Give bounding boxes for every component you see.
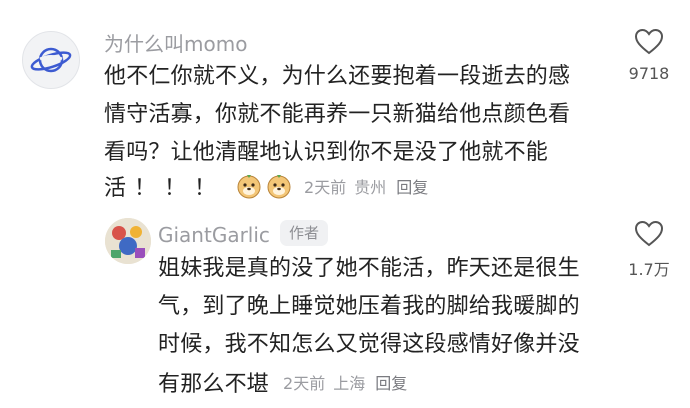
heart-icon — [634, 220, 664, 247]
comment-meta: 活！！！ 2天前 贵州 回复 — [104, 170, 428, 202]
comment-meta: 有那么不堪 2天前 上海 回复 — [158, 366, 407, 398]
comment-text: 姐妹我是真的没了她不能活，昨天还是很生 气，到了晚上睡觉她压着我的脚给我暖脚的 … — [158, 250, 618, 364]
heart-icon — [634, 28, 664, 55]
comment-line: 情守活寡，你就不能再养一只新猫给他点颜色看 — [104, 102, 571, 127]
comment-line: 气，到了晚上睡觉她压着我的脚给我暖脚的 — [158, 294, 580, 319]
like-button[interactable]: 1.7万 — [614, 220, 684, 280]
author-badge: 作者 — [280, 220, 329, 246]
planet-avatar-icon — [30, 47, 72, 73]
comment-username[interactable]: GiantGarlic — [158, 223, 270, 247]
comment-line: 看吗？让他清醒地认识到你不是没了他就不能 — [104, 140, 549, 165]
comment-time: 2天前 — [304, 178, 347, 197]
comment-line: 姐妹我是真的没了她不能活，昨天还是很生 — [158, 256, 580, 281]
comment-time: 2天前 — [283, 374, 326, 393]
comment-line: 活！！！ — [104, 176, 225, 201]
reply-button[interactable]: 回复 — [396, 174, 428, 198]
like-count: 9718 — [628, 64, 670, 83]
dog-face-emoji-icon — [236, 173, 262, 199]
comment-line: 时候，我不知怎么又觉得这段感情好像并没 — [158, 332, 580, 357]
dog-face-emoji-icon — [266, 173, 292, 199]
comment-text: 他不仁你就不义，为什么还要抱着一段逝去的感 情守活寡，你就不能再养一只新猫给他点… — [104, 58, 604, 172]
comment-username[interactable]: 为什么叫momo — [104, 28, 247, 57]
reply-button[interactable]: 回复 — [375, 370, 407, 394]
avatar[interactable] — [105, 218, 151, 264]
avatar[interactable] — [22, 31, 80, 89]
comment-location: 贵州 — [354, 178, 387, 197]
comment-line: 有那么不堪 — [158, 372, 270, 397]
comment-line: 他不仁你就不义，为什么还要抱着一段逝去的感 — [104, 64, 571, 89]
avatar-image-icon — [105, 218, 151, 264]
like-button[interactable]: 9718 — [614, 28, 684, 83]
like-count: 1.7万 — [628, 260, 670, 279]
comment-location: 上海 — [333, 374, 366, 393]
